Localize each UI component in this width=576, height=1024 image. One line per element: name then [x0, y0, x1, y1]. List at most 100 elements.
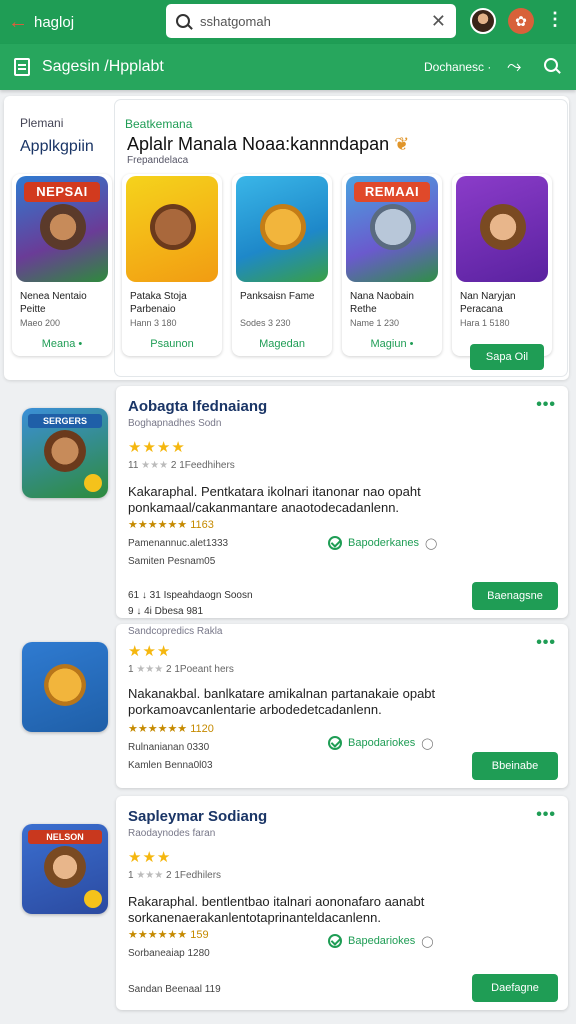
- game-artwork: NEPSAI: [16, 176, 108, 282]
- tile-button[interactable]: Magiun •: [356, 336, 428, 352]
- tile-name: Pataka Stoja Parbenaio: [130, 291, 187, 315]
- game-artwork: [236, 176, 328, 282]
- app-icon[interactable]: SERGERS: [22, 408, 108, 498]
- back-button[interactable]: ← hagloj: [8, 12, 158, 32]
- featured-tile[interactable]: Nan Naryjan Peracana Hara 1 5180: [452, 174, 552, 356]
- review-line: ★★★★★★ 1163: [128, 519, 214, 531]
- shield-icon: ◯: [421, 935, 434, 948]
- featured-tile[interactable]: NEPSAI Nenea Nentaio Peitte Maeo 200 Mea…: [12, 174, 112, 356]
- app-subtitle: Raodaynodes faran: [128, 828, 216, 839]
- tile-name: Nana Naobain Rethe: [350, 291, 414, 315]
- check-icon: [328, 934, 342, 948]
- game-artwork: [456, 176, 548, 282]
- app-subtitle: Sandcopredics Rakla: [128, 626, 223, 637]
- list-item[interactable]: Sandcopredics Rakla ★★★ 1 ★★★ 2 1Poeant …: [116, 624, 568, 788]
- review-line: ★★★★★★ 159: [128, 929, 209, 941]
- app-description: Rakaraphal. bentlentbao italnari aononaf…: [128, 894, 425, 925]
- document-icon: [14, 58, 30, 76]
- character-art: [260, 204, 306, 250]
- section-title: Sagesin /Hpplabt: [42, 58, 164, 75]
- check-icon: [328, 736, 342, 750]
- search-icon: [176, 14, 190, 28]
- list-item[interactable]: Sapleymar Sodiang Raodaynodes faran ★★★ …: [116, 796, 568, 1010]
- tile-button[interactable]: Magedan: [246, 336, 318, 352]
- sparkle-icon: ❦: [394, 134, 410, 154]
- rating-stars: ★★★: [128, 849, 172, 866]
- verified-badge: Bapoderkanes ◯: [328, 536, 437, 550]
- character-art: [150, 204, 196, 250]
- install-button[interactable]: Daefagne: [472, 974, 558, 1002]
- app-description: Nakanakbal. banlkatare amikalnan partana…: [128, 686, 436, 717]
- tile-meta: Hara 1 5180: [460, 318, 510, 328]
- review-line: ★★★★★★ 1120: [128, 723, 214, 735]
- tile-name: Nenea Nentaio Peitte: [20, 291, 87, 315]
- meta-line: Kamlen Benna0l03: [128, 760, 213, 771]
- extra-line: 61 ↓ 31 Ispeahdaogn Soosn: [128, 590, 253, 601]
- app-icon[interactable]: NELSON: [22, 824, 108, 914]
- game-artwork: [126, 176, 218, 282]
- avatar[interactable]: [470, 8, 496, 34]
- back-label: hagloj: [34, 13, 75, 31]
- share-icon[interactable]: ⤳: [507, 56, 521, 77]
- badge-icon: [84, 474, 102, 492]
- app-icon-label: SERGERS: [28, 414, 102, 428]
- tile-meta: Name 1 230: [350, 318, 400, 328]
- list-item[interactable]: Aobagta Ifednaiang Boghapnadhes Sodn ★★★…: [116, 386, 568, 618]
- side-label: Plemani: [20, 116, 64, 130]
- badge-icon: [84, 890, 102, 908]
- featured-tile[interactable]: Pataka Stoja Parbenaio Hann 3 180 Psauno…: [122, 174, 222, 356]
- meta-line: Sorbaneaiap 1280: [128, 948, 210, 959]
- extra-line: 9 ↓ 4i Dbesa 981: [128, 606, 204, 617]
- tile-button[interactable]: Psaunon: [136, 336, 208, 352]
- tile-meta: Maeo 200: [20, 318, 61, 328]
- meta-line: Pamenannuc.alet1333: [128, 538, 229, 549]
- search-input[interactable]: [200, 13, 421, 29]
- featured-subtitle: Frepandelaca: [127, 155, 189, 166]
- profile-badge-icon[interactable]: ✿: [508, 8, 534, 34]
- rating-count: 1 ★★★ 2 1Poeant hers: [128, 664, 234, 675]
- meta-line: Samiten Pesnam05: [128, 556, 216, 567]
- more-options-icon[interactable]: •••: [536, 396, 556, 414]
- meta-line: Sandan Beenaal 119: [128, 984, 221, 995]
- verified-badge: Bapedariokes ◯: [328, 934, 434, 948]
- app-subtitle: Boghapnadhes Sodn: [128, 418, 222, 429]
- more-options-icon[interactable]: ⋮: [546, 10, 564, 28]
- rating-stars: ★★★★: [128, 439, 186, 456]
- tile-button[interactable]: Meana •: [26, 336, 98, 352]
- app-icon[interactable]: [22, 642, 108, 732]
- game-banner: NEPSAI: [24, 182, 100, 202]
- character-art: [370, 204, 416, 250]
- featured-tile[interactable]: Panksaisn Fame Sodes 3 230 Magedan: [232, 174, 332, 356]
- check-icon: [328, 536, 342, 550]
- verified-badge: Bapodariokes ◯: [328, 736, 434, 750]
- side-title[interactable]: Applkgpiin: [20, 138, 94, 156]
- install-button[interactable]: Baenagsne: [472, 582, 558, 610]
- app-title: Aobagta Ifednaiang: [128, 398, 268, 415]
- character-art: [40, 204, 86, 250]
- section-header-bar: Sagesin /Hpplabt Dochanesc · ⤳: [0, 44, 576, 90]
- tile-name: Panksaisn Fame: [240, 291, 315, 302]
- app-title: Sapleymar Sodiang: [128, 808, 268, 825]
- open-button[interactable]: Sapa Oil: [470, 344, 544, 370]
- character-art: [44, 430, 86, 472]
- featured-kicker: Beatkemana: [125, 117, 193, 131]
- shield-icon: ◯: [424, 537, 438, 550]
- featured-title: Aplalr Manala Noaa:kannndapan ❦: [127, 134, 410, 154]
- featured-tile[interactable]: REMAAI Nana Naobain Rethe Name 1 230 Mag…: [342, 174, 442, 356]
- character-art: [480, 204, 526, 250]
- character-art: [44, 664, 86, 706]
- rating-count: 1 ★★★ 2 1Fedhilers: [128, 870, 222, 881]
- more-options-icon[interactable]: •••: [536, 634, 556, 652]
- clear-icon[interactable]: ✕: [431, 11, 446, 32]
- search-bar[interactable]: ✕: [166, 4, 456, 38]
- install-button[interactable]: Bbeinabe: [472, 752, 558, 780]
- search-icon[interactable]: [544, 58, 558, 72]
- more-options-icon[interactable]: •••: [536, 806, 556, 824]
- back-arrow-icon: ←: [8, 11, 28, 33]
- shield-icon: ◯: [421, 737, 434, 750]
- sort-dropdown[interactable]: Dochanesc ·: [424, 60, 491, 74]
- meta-line: Rulnanianan 0330: [128, 742, 210, 753]
- tile-name: Nan Naryjan Peracana: [460, 291, 516, 315]
- character-art: [44, 846, 86, 888]
- app-icon-label: NELSON: [28, 830, 102, 844]
